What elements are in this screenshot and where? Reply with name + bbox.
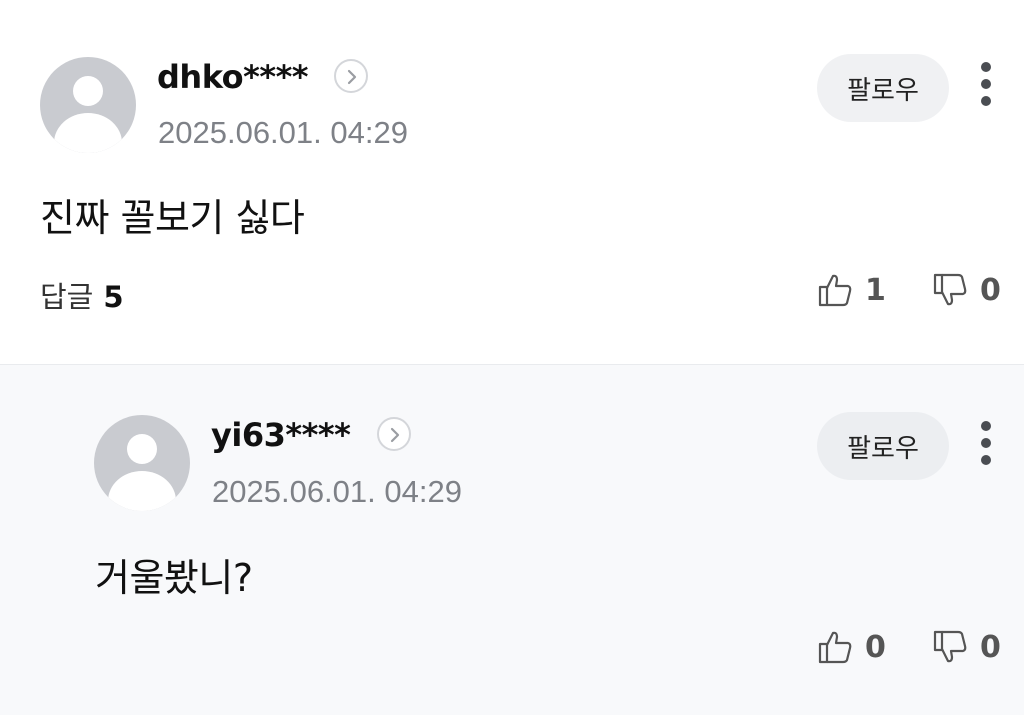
reply-count-button[interactable]: 답글 5 bbox=[40, 274, 124, 316]
comment-text: 진짜 꼴보기 싫다 bbox=[40, 196, 305, 240]
like-count: 1 bbox=[865, 272, 886, 308]
default-profile-icon bbox=[127, 434, 157, 464]
dislike-button[interactable]: 0 bbox=[932, 270, 1001, 310]
reply-text: 거울봤니? bbox=[95, 556, 253, 600]
dislike-count: 0 bbox=[980, 629, 1001, 665]
more-vertical-icon[interactable] bbox=[976, 421, 996, 471]
thumbs-down-icon bbox=[933, 630, 967, 663]
more-vertical-icon[interactable] bbox=[976, 62, 996, 112]
like-count: 0 bbox=[865, 629, 886, 665]
reply-date: 2025.06.01. 04:29 bbox=[212, 474, 462, 509]
reply-item: yi63**** 2025.06.01. 04:29 팔로우 거울봤니? 0 0 bbox=[0, 364, 1024, 715]
follow-button[interactable]: 팔로우 bbox=[817, 54, 949, 122]
like-button[interactable]: 1 bbox=[817, 270, 886, 310]
thumbs-down-icon bbox=[933, 273, 967, 306]
default-profile-icon bbox=[73, 76, 103, 106]
chevron-right-icon[interactable] bbox=[377, 417, 411, 451]
comment-date: 2025.06.01. 04:29 bbox=[158, 115, 408, 150]
thumbs-up-icon bbox=[818, 274, 852, 307]
comment-nickname[interactable]: dhko**** bbox=[157, 58, 309, 96]
avatar[interactable] bbox=[40, 57, 136, 153]
reply-label: 답글 bbox=[40, 280, 94, 314]
dislike-count: 0 bbox=[980, 272, 1001, 308]
avatar[interactable] bbox=[94, 415, 190, 511]
dislike-button[interactable]: 0 bbox=[932, 627, 1001, 667]
comment-item: dhko**** 2025.06.01. 04:29 팔로우 진짜 꼴보기 싫다… bbox=[0, 0, 1024, 364]
thumbs-up-icon bbox=[818, 631, 852, 664]
follow-button[interactable]: 팔로우 bbox=[817, 412, 949, 480]
reply-count: 5 bbox=[103, 280, 124, 314]
chevron-right-icon[interactable] bbox=[334, 59, 368, 93]
like-button[interactable]: 0 bbox=[817, 627, 886, 667]
reply-nickname[interactable]: yi63**** bbox=[211, 416, 351, 454]
